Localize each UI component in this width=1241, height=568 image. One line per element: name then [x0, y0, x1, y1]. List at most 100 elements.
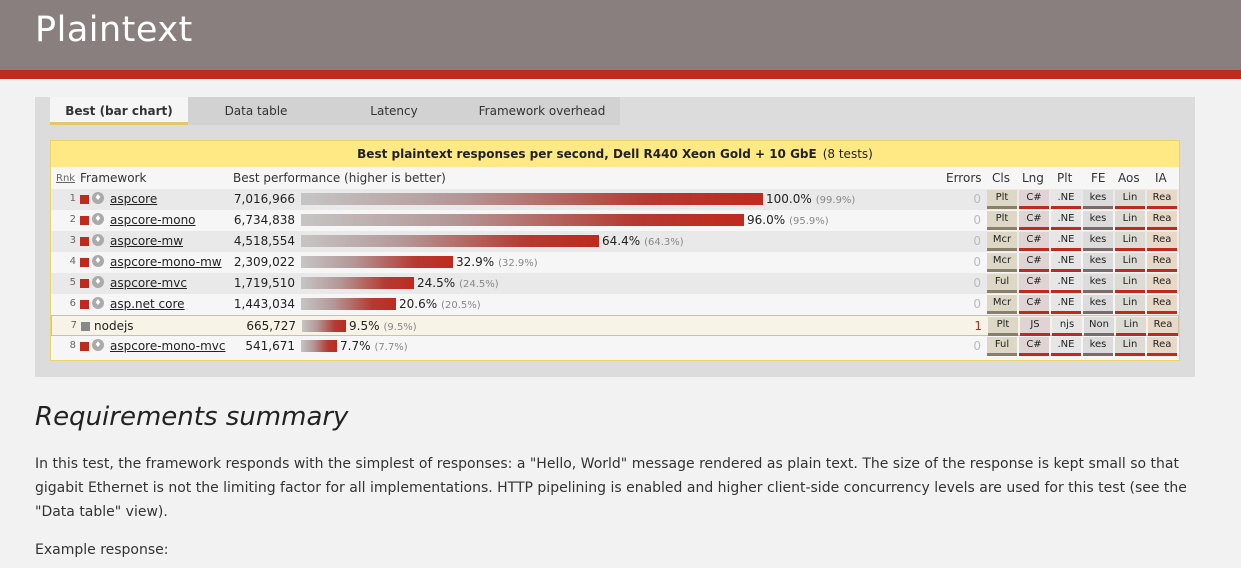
row-value: 541,671 [245, 339, 295, 353]
example-response-label: Example response: [35, 542, 169, 558]
performance-bar [301, 298, 396, 310]
framework-name-link[interactable]: aspcore-mono-mw [110, 255, 222, 269]
table-row: 2 ♦ aspcore-mono 6,734,838 96.0% (95.9%) 0 Plt C… [51, 210, 1179, 231]
attribute-badge-plt: njs [1052, 317, 1082, 336]
tab-framework-overhead[interactable]: Framework overhead [464, 97, 620, 125]
error-count: 0 [973, 213, 981, 227]
table-row: 4 ♦ aspcore-mono-mw 2,309,022 32.9% (32.9%) 0 M… [51, 252, 1179, 273]
bar-chart: Best plaintext responses per second, Del… [50, 140, 1180, 361]
percent-label: 24.5% (24.5%) [417, 276, 499, 290]
framework-name-link[interactable]: aspcore [110, 192, 157, 206]
language-color-swatch [80, 216, 89, 225]
percent-value: 96.0% [747, 213, 786, 227]
table-row: 8 ♦ aspcore-mono-mvc 541,671 7.7% (7.7%) 0 Ful C… [51, 336, 1179, 357]
framework-name-link[interactable]: nodejs [94, 319, 134, 333]
tab-bar: Best (bar chart) Data table Latency Fram… [50, 97, 620, 125]
attribute-badge-ia: Rea [1147, 232, 1177, 251]
row-rank: 4 [69, 256, 76, 267]
table-row: 7 nodejs 665,727 9.5% (9.5%) 1 Plt JS njs Non Lin R… [51, 315, 1179, 336]
attribute-badge-lng: C# [1019, 253, 1049, 272]
error-count: 0 [973, 297, 981, 311]
attribute-badge-fe: kes [1083, 232, 1113, 251]
tab-best-bar-chart[interactable]: Best (bar chart) [50, 97, 188, 125]
ia-column-header: IA [1155, 171, 1167, 185]
error-count: 0 [973, 255, 981, 269]
framework-name-link[interactable]: asp.net core [110, 297, 185, 311]
column-header-row: Rnk Framework Best performance (higher i… [51, 167, 1179, 189]
performance-bar [301, 235, 599, 247]
language-color-swatch [81, 322, 90, 331]
table-row: 1 ♦ aspcore 7,016,966 100.0% (99.9%) 0 Plt C# .NE… [51, 189, 1179, 210]
language-color-swatch [80, 258, 89, 267]
attribute-badge-lng: C# [1019, 295, 1049, 314]
chart-title-bar: Best plaintext responses per second, Del… [51, 141, 1179, 167]
tab-data-table[interactable]: Data table [188, 97, 324, 125]
attribute-badge-ia: Rea [1147, 274, 1177, 293]
attribute-badge-lng: C# [1019, 190, 1049, 209]
requirements-text: In this test, the framework responds wit… [35, 456, 1187, 520]
table-row: 6 ♦ asp.net core 1,443,034 20.6% (20.5%) 0 Mcr C… [51, 294, 1179, 315]
framework-type-icon: ♦ [92, 213, 104, 225]
framework-type-icon: ♦ [92, 339, 104, 351]
attribute-badge-ia: Rea [1147, 295, 1177, 314]
attribute-badge-aos: Lin [1115, 253, 1145, 272]
attribute-badge-cls: Ful [987, 337, 1017, 356]
page-header: Plaintext [0, 0, 1241, 70]
performance-bar [301, 277, 414, 289]
percent-sub-value: (32.9%) [498, 258, 538, 269]
attribute-badge-plt: .NE [1051, 274, 1081, 293]
chart-test-count: (8 tests) [822, 147, 873, 161]
framework-type-icon: ♦ [92, 234, 104, 246]
cls-column-header: Cls [992, 171, 1010, 185]
performance-column-header: Best performance (higher is better) [233, 171, 446, 185]
performance-bar [301, 340, 337, 352]
framework-name-link[interactable]: aspcore-mvc [110, 276, 187, 290]
row-rank: 5 [69, 277, 76, 288]
performance-bar [301, 193, 763, 205]
attribute-badge-aos: Lin [1115, 337, 1145, 356]
row-rank: 2 [69, 214, 76, 225]
attribute-badge-cls: Ful [987, 274, 1017, 293]
attribute-badge-lng: C# [1019, 211, 1049, 230]
row-value: 2,309,022 [233, 255, 295, 269]
performance-bar [301, 256, 453, 268]
chart-rows: 1 ♦ aspcore 7,016,966 100.0% (99.9%) 0 Plt C# .NE… [51, 189, 1179, 357]
framework-type-icon: ♦ [92, 255, 104, 267]
attribute-badge-aos: Lin [1115, 232, 1145, 251]
percent-label: 7.7% (7.7%) [340, 339, 408, 353]
row-value: 665,727 [246, 319, 296, 333]
framework-name-link[interactable]: aspcore-mono [110, 213, 196, 227]
attribute-badge-aos: Lin [1115, 211, 1145, 230]
percent-label: 64.4% (64.3%) [602, 234, 684, 248]
attribute-badge-lng: C# [1019, 274, 1049, 293]
attribute-badge-lng: C# [1019, 232, 1049, 251]
rank-column-header[interactable]: Rnk [56, 173, 75, 184]
language-color-swatch [80, 300, 89, 309]
attribute-badge-fe: kes [1083, 190, 1113, 209]
attribute-badge-ia: Rea [1147, 337, 1177, 356]
attribute-badge-plt: .NE [1051, 211, 1081, 230]
percent-value: 7.7% [340, 339, 371, 353]
attribute-badge-plt: .NE [1051, 295, 1081, 314]
attribute-badge-plt: .NE [1051, 190, 1081, 209]
language-color-swatch [80, 237, 89, 246]
attribute-badge-fe: kes [1083, 337, 1113, 356]
attribute-badge-ia: Rea [1147, 253, 1177, 272]
tab-latency[interactable]: Latency [324, 97, 464, 125]
percent-sub-value: (9.5%) [383, 322, 417, 333]
attribute-badge-ia: Rea [1148, 317, 1178, 336]
row-rank: 6 [69, 298, 76, 309]
fe-column-header: FE [1091, 171, 1106, 185]
framework-name-link[interactable]: aspcore-mono-mvc [110, 339, 225, 353]
percent-sub-value: (99.9%) [815, 195, 856, 206]
table-row: 5 ♦ aspcore-mvc 1,719,510 24.5% (24.5%) 0 Ful C#… [51, 273, 1179, 294]
error-count: 1 [974, 319, 982, 333]
framework-name-link[interactable]: aspcore-mw [110, 234, 183, 248]
error-count: 0 [973, 339, 981, 353]
page-title: Plaintext [35, 10, 193, 50]
percent-label: 100.0% (99.9%) [766, 192, 855, 206]
aos-column-header: Aos [1118, 171, 1140, 185]
framework-column-header: Framework [80, 171, 147, 185]
table-row: 3 ♦ aspcore-mw 4,518,554 64.4% (64.3%) 0 Mcr C#.… [51, 231, 1179, 252]
attribute-badge-fe: Non [1084, 317, 1114, 336]
